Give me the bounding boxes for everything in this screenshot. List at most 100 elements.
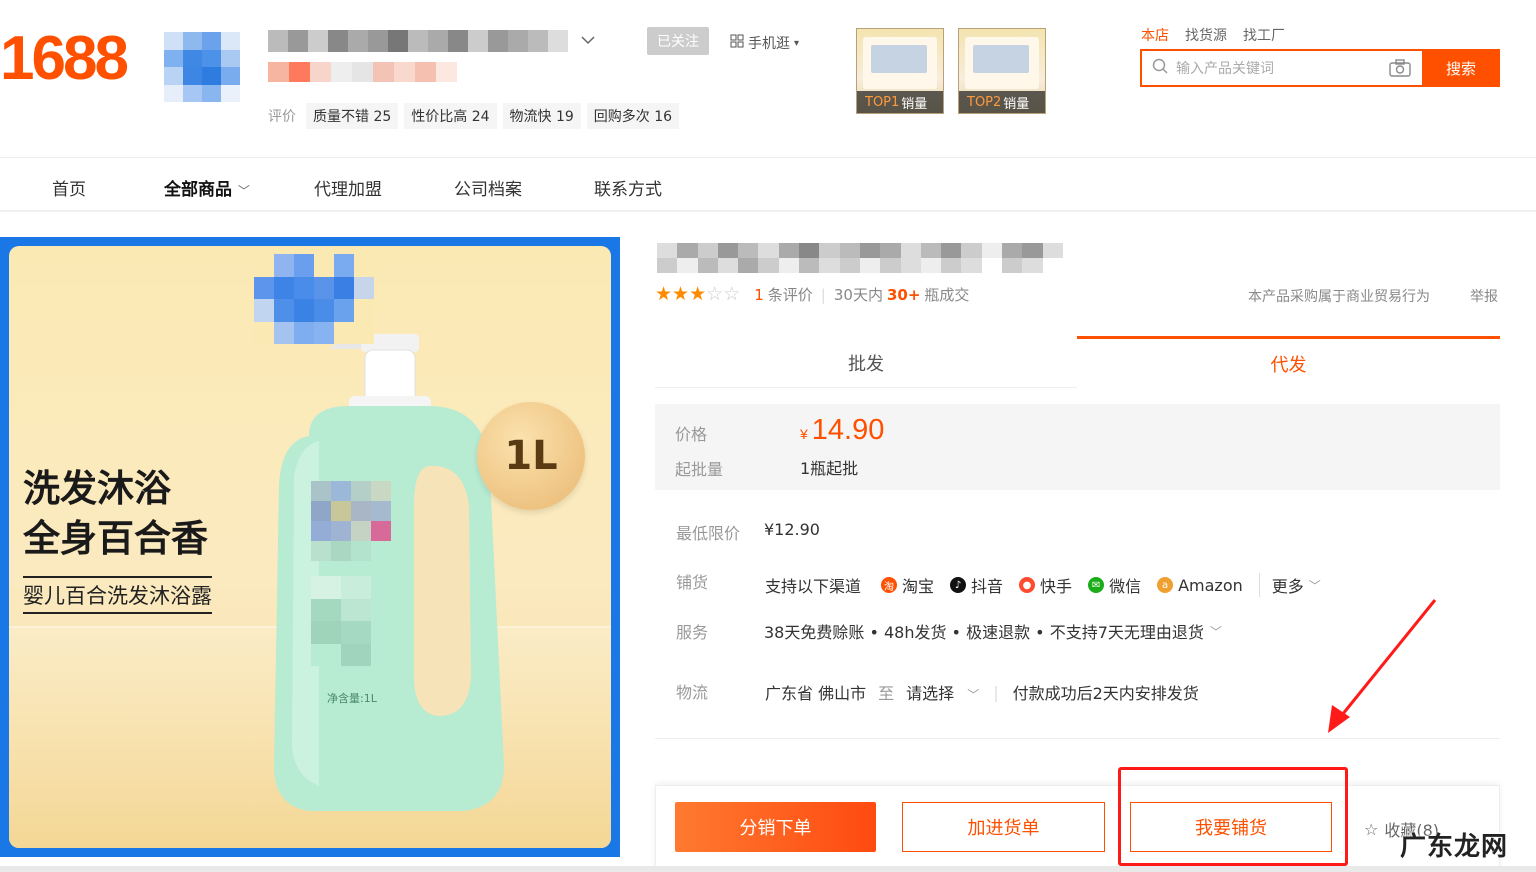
tab-wholesale[interactable]: 批发 (655, 338, 1077, 388)
review-tag[interactable]: 物流快 19 (502, 103, 581, 129)
amazon-icon: a (1157, 577, 1174, 593)
volume-badge: 1L (477, 402, 585, 510)
price-panel: 价格 ¥14.90 起批量 1瓶起批 (655, 404, 1500, 490)
channel-more[interactable]: 更多 ﹀ (1258, 573, 1321, 597)
bottom-scrollbar[interactable] (0, 866, 1536, 872)
mobile-view-link[interactable]: 手机逛 ▾ (730, 33, 799, 53)
service-label: 服务 (676, 623, 709, 642)
rating-row: ★★★☆☆ 1 条评价 | 30天内 30+ 瓶成交 (655, 283, 970, 305)
channel-wechat[interactable]: ✉ 微信 (1088, 573, 1141, 597)
watermark-text: 广东龙网 (1400, 832, 1509, 862)
bottle-label-pixelated (311, 481, 391, 561)
price-label: 价格 (675, 425, 708, 444)
star-outline-icon: ☆ (1364, 819, 1379, 839)
channel-douyin[interactable]: ♪ 抖音 (950, 573, 1003, 597)
review-count[interactable]: 1 (754, 286, 764, 304)
review-label: 评价 (268, 109, 296, 125)
top-rank: TOP1 (865, 94, 900, 110)
kuaishou-icon: ● (1019, 577, 1036, 593)
chevron-down-icon: ﹀ (237, 184, 250, 198)
tab-dropship[interactable]: 代发 (1077, 336, 1500, 388)
star-empty-icon: ☆ (706, 283, 724, 305)
top-label: 销量 (901, 96, 928, 112)
grid-icon (730, 34, 744, 52)
search-button[interactable]: 搜索 (1422, 49, 1500, 87)
top-rank: TOP2 (967, 94, 1002, 110)
mobile-view-label: 手机逛 (748, 36, 790, 52)
top-product-2[interactable]: TOP2 销量 (958, 28, 1046, 114)
top-product-thumbnail (863, 37, 937, 89)
add-to-cart-button[interactable]: 加进货单 (902, 802, 1105, 852)
divider (655, 738, 1500, 739)
scope-tab-source[interactable]: 找货源 (1185, 25, 1227, 45)
star-filled-icon: ★ (672, 283, 690, 305)
follow-button[interactable]: 已关注 (647, 27, 709, 55)
shop-name[interactable] (268, 30, 568, 52)
rating-stars: ★★★☆☆ (655, 285, 740, 304)
review-tag[interactable]: 质量不错 25 (306, 103, 399, 129)
search-icon (1152, 58, 1168, 78)
shop-dropdown-icon[interactable] (580, 33, 596, 49)
annotation-arrow (1328, 599, 1437, 733)
min-price-value: ¥12.90 (764, 520, 820, 539)
wechat-icon: ✉ (1088, 577, 1105, 593)
bottle-volume-text: 净含量:1L (327, 692, 377, 705)
chevron-down-icon: ﹀ (1209, 624, 1222, 639)
price-value: ¥14.90 (800, 414, 885, 446)
moq-label: 起批量 (675, 460, 724, 479)
taobao-icon: 淘 (881, 577, 898, 593)
service-list[interactable]: 38天免费赊账 • 48h发货 • 极速退款 • 不支持7天无理由退货 ﹀ (764, 619, 1222, 643)
nav-contact[interactable]: 联系方式 (594, 175, 662, 200)
scope-tab-store[interactable]: 本店 (1141, 25, 1169, 45)
distribution-intro: 支持以下渠道 (765, 577, 862, 596)
nav-agent[interactable]: 代理加盟 (314, 175, 382, 200)
bottle-text-pixelated (311, 576, 401, 666)
product-title (657, 243, 1063, 273)
image-headline-line2: 全身百合香 (23, 517, 208, 560)
douyin-icon: ♪ (950, 577, 967, 593)
distribution-label: 铺货 (676, 573, 709, 592)
nav-home[interactable]: 首页 (52, 175, 86, 200)
review-suffix[interactable]: 条评价 (768, 284, 813, 305)
image-subtitle: 婴儿百合洗发沐浴露 (23, 576, 212, 614)
distribute-order-button[interactable]: 分销下单 (675, 802, 876, 852)
shop-nav: 首页 全部商品 ﹀ 代理加盟 公司档案 联系方式 (0, 157, 1536, 212)
sales-prefix: 30天内 (833, 286, 883, 304)
product-main-image[interactable]: 1L 净含量:1L 洗发沐浴 全身百合香 婴儿百合洗发沐浴露 (0, 237, 620, 857)
star-empty-icon: ☆ (723, 283, 741, 305)
shop-avatar[interactable] (164, 32, 240, 102)
review-tag[interactable]: 回购多次 16 (586, 103, 680, 129)
site-logo[interactable]: 1688 (0, 28, 129, 90)
channel-list: 支持以下渠道 淘淘宝 ♪ 抖音 ● 快手 ✉ 微信 a Amazon 更多 ﹀ (765, 573, 1331, 597)
sales-suffix: 瓶成交 (924, 286, 970, 304)
shipping-note: 付款成功后2天内安排发货 (1012, 684, 1199, 703)
brand-logo-pixelated (254, 254, 374, 344)
camera-icon[interactable] (1389, 59, 1411, 81)
top-product-thumbnail (965, 37, 1039, 89)
destination-select[interactable]: 请选择 ﹀ (906, 680, 979, 704)
logistics-row: 广东省 佛山市 至 请选择 ﹀ | 付款成功后2天内安排发货 (765, 680, 1199, 704)
annotation-highlight-box (1118, 767, 1348, 866)
channel-taobao[interactable]: 淘淘宝 (881, 573, 934, 597)
min-price-label: 最低限价 (676, 524, 741, 543)
review-tag[interactable]: 性价比高 24 (404, 103, 497, 129)
chevron-down-icon: ﹀ (1308, 578, 1321, 593)
nav-all-products[interactable]: 全部商品 ﹀ (164, 175, 250, 200)
chevron-down-icon: ▾ (794, 37, 800, 49)
origin: 广东省 佛山市 (765, 684, 867, 703)
search-input[interactable]: 输入产品关键词 (1140, 49, 1423, 87)
top-label: 销量 (1003, 96, 1030, 112)
review-tags: 评价 质量不错 25 性价比高 24 物流快 19 回购多次 16 (268, 103, 680, 129)
scope-tab-factory[interactable]: 找工厂 (1243, 25, 1285, 45)
channel-amazon[interactable]: a Amazon (1157, 576, 1243, 595)
star-filled-icon: ★ (655, 283, 673, 305)
trade-note: 本产品采购属于商业贸易行为 (1248, 289, 1430, 305)
channel-kuaishou[interactable]: ● 快手 (1019, 573, 1072, 597)
star-filled-icon: ★ (689, 283, 707, 305)
report-link[interactable]: 举报 (1470, 286, 1498, 306)
search-placeholder: 输入产品关键词 (1176, 61, 1274, 77)
to-label: 至 (878, 684, 895, 703)
top-product-1[interactable]: TOP1 销量 (856, 28, 944, 114)
chevron-down-icon: ﹀ (967, 688, 980, 702)
nav-company[interactable]: 公司档案 (454, 175, 522, 200)
